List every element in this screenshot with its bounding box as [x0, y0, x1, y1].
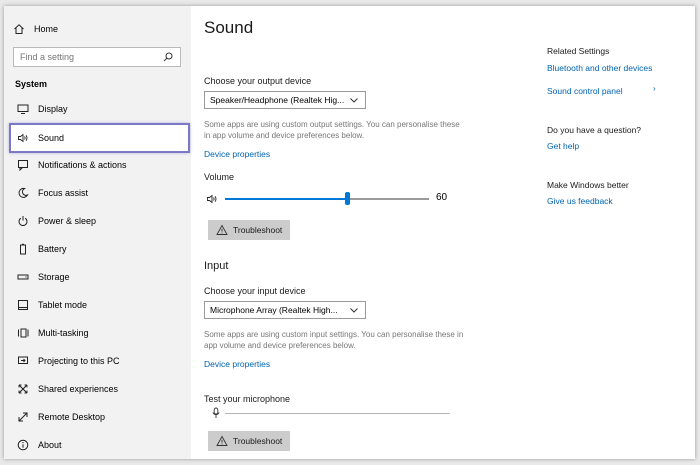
- output-device-value: Speaker/Headphone (Realtek Hig...: [210, 95, 345, 105]
- sidebar-item-label: Projecting to this PC: [38, 356, 120, 366]
- sidebar-item-about[interactable]: About: [13, 431, 188, 459]
- sidebar-item-label: About: [38, 440, 62, 450]
- sound-control-panel-link[interactable]: Sound control panel: [547, 86, 623, 96]
- volume-slider-thumb[interactable]: [344, 192, 350, 205]
- home-label: Home: [34, 24, 59, 34]
- sidebar-item-label: Multi-tasking: [38, 328, 89, 338]
- page-title: Sound: [204, 18, 254, 37]
- input-device-dropdown[interactable]: Microphone Array (Realtek High...: [204, 301, 366, 319]
- get-help-link[interactable]: Get help: [547, 141, 579, 151]
- output-device-properties-link[interactable]: Device properties: [204, 149, 270, 159]
- output-device-dropdown[interactable]: Speaker/Headphone (Realtek Hig...: [204, 91, 366, 109]
- output-troubleshoot-button[interactable]: Troubleshoot: [208, 220, 291, 240]
- remote-icon: [17, 411, 29, 423]
- microphone-icon: [210, 407, 222, 419]
- chevron-down-icon: [348, 304, 360, 316]
- sidebar-item-label: Shared experiences: [38, 384, 119, 394]
- warning-icon: [216, 224, 228, 236]
- volume-label: Volume: [204, 172, 235, 182]
- chevron-right-icon: ›: [653, 84, 656, 93]
- display-icon: [17, 103, 29, 115]
- output-description: Some apps are using custom output settin…: [204, 120, 460, 140]
- input-heading: Input: [204, 260, 229, 272]
- troubleshoot-label: Troubleshoot: [233, 225, 283, 235]
- microphone-level-bar: [225, 413, 450, 414]
- settings-window: Home System Display Sound Notifica: [4, 6, 695, 459]
- volume-value: 60: [436, 192, 448, 203]
- sidebar-item-label: Power & sleep: [38, 216, 97, 226]
- moon-icon: [17, 187, 29, 199]
- sidebar-item-power-sleep[interactable]: Power & sleep: [13, 207, 188, 235]
- question-title: Do you have a question?: [547, 125, 642, 135]
- projecting-icon: [17, 355, 29, 367]
- power-icon: [17, 215, 29, 227]
- warning-icon: [216, 435, 228, 447]
- sidebar-item-label: Battery: [38, 244, 67, 254]
- input-device-properties-link[interactable]: Device properties: [204, 359, 270, 369]
- output-device-label: Choose your output device: [204, 76, 312, 86]
- input-device-value: Microphone Array (Realtek High...: [210, 305, 338, 315]
- input-description: Some apps are using custom input setting…: [204, 330, 464, 350]
- sidebar: Home System Display Sound Notifica: [4, 6, 191, 459]
- sidebar-item-label: Focus assist: [38, 188, 89, 198]
- chevron-down-icon: [348, 94, 360, 106]
- make-windows-better-title: Make Windows better: [547, 180, 629, 190]
- speaker-icon: [17, 132, 29, 144]
- related-settings-title: Related Settings: [547, 46, 610, 56]
- input-troubleshoot-button[interactable]: Troubleshoot: [208, 431, 291, 451]
- shared-icon: [17, 383, 29, 395]
- sidebar-item-shared-experiences[interactable]: Shared experiences: [13, 375, 188, 403]
- sidebar-item-notifications[interactable]: Notifications & actions: [13, 151, 188, 179]
- search-icon[interactable]: [162, 51, 174, 63]
- volume-slider[interactable]: [225, 192, 429, 205]
- sidebar-item-battery[interactable]: Battery: [13, 235, 188, 263]
- troubleshoot-label: Troubleshoot: [233, 436, 283, 446]
- sidebar-item-projecting[interactable]: Projecting to this PC: [13, 347, 188, 375]
- storage-icon: [17, 271, 29, 283]
- sidebar-item-multitasking[interactable]: Multi-tasking: [13, 319, 188, 347]
- give-feedback-link[interactable]: Give us feedback: [547, 196, 613, 206]
- search-input[interactable]: [20, 52, 160, 62]
- sidebar-item-label: Storage: [38, 272, 70, 282]
- sidebar-item-remote-desktop[interactable]: Remote Desktop: [13, 403, 188, 431]
- sidebar-item-focus-assist[interactable]: Focus assist: [13, 179, 188, 207]
- sidebar-item-tablet-mode[interactable]: Tablet mode: [13, 291, 188, 319]
- sidebar-item-label: Tablet mode: [38, 300, 88, 310]
- search-box[interactable]: [13, 47, 181, 67]
- sidebar-item-sound[interactable]: Sound: [9, 123, 190, 153]
- bluetooth-link[interactable]: Bluetooth and other devices: [547, 63, 652, 73]
- test-microphone-label: Test your microphone: [204, 394, 291, 404]
- home-icon: [13, 23, 25, 35]
- volume-speaker-icon: [206, 193, 218, 205]
- sidebar-item-label: Sound: [38, 133, 65, 143]
- notification-icon: [17, 159, 29, 171]
- sidebar-item-display[interactable]: Display: [13, 95, 188, 123]
- volume-slider-fill: [225, 198, 348, 200]
- battery-icon: [17, 243, 29, 255]
- info-icon: [17, 439, 29, 451]
- tablet-icon: [17, 299, 29, 311]
- input-device-label: Choose your input device: [204, 286, 306, 296]
- main-content: Sound Choose your output device Speaker/…: [191, 6, 695, 459]
- sidebar-item-storage[interactable]: Storage: [13, 263, 188, 291]
- section-label-system: System: [15, 79, 48, 89]
- multitasking-icon: [17, 327, 29, 339]
- sidebar-item-label: Notifications & actions: [38, 160, 127, 170]
- home-nav-item[interactable]: Home: [13, 23, 58, 35]
- sidebar-item-label: Remote Desktop: [38, 412, 106, 422]
- sidebar-item-label: Display: [38, 104, 68, 114]
